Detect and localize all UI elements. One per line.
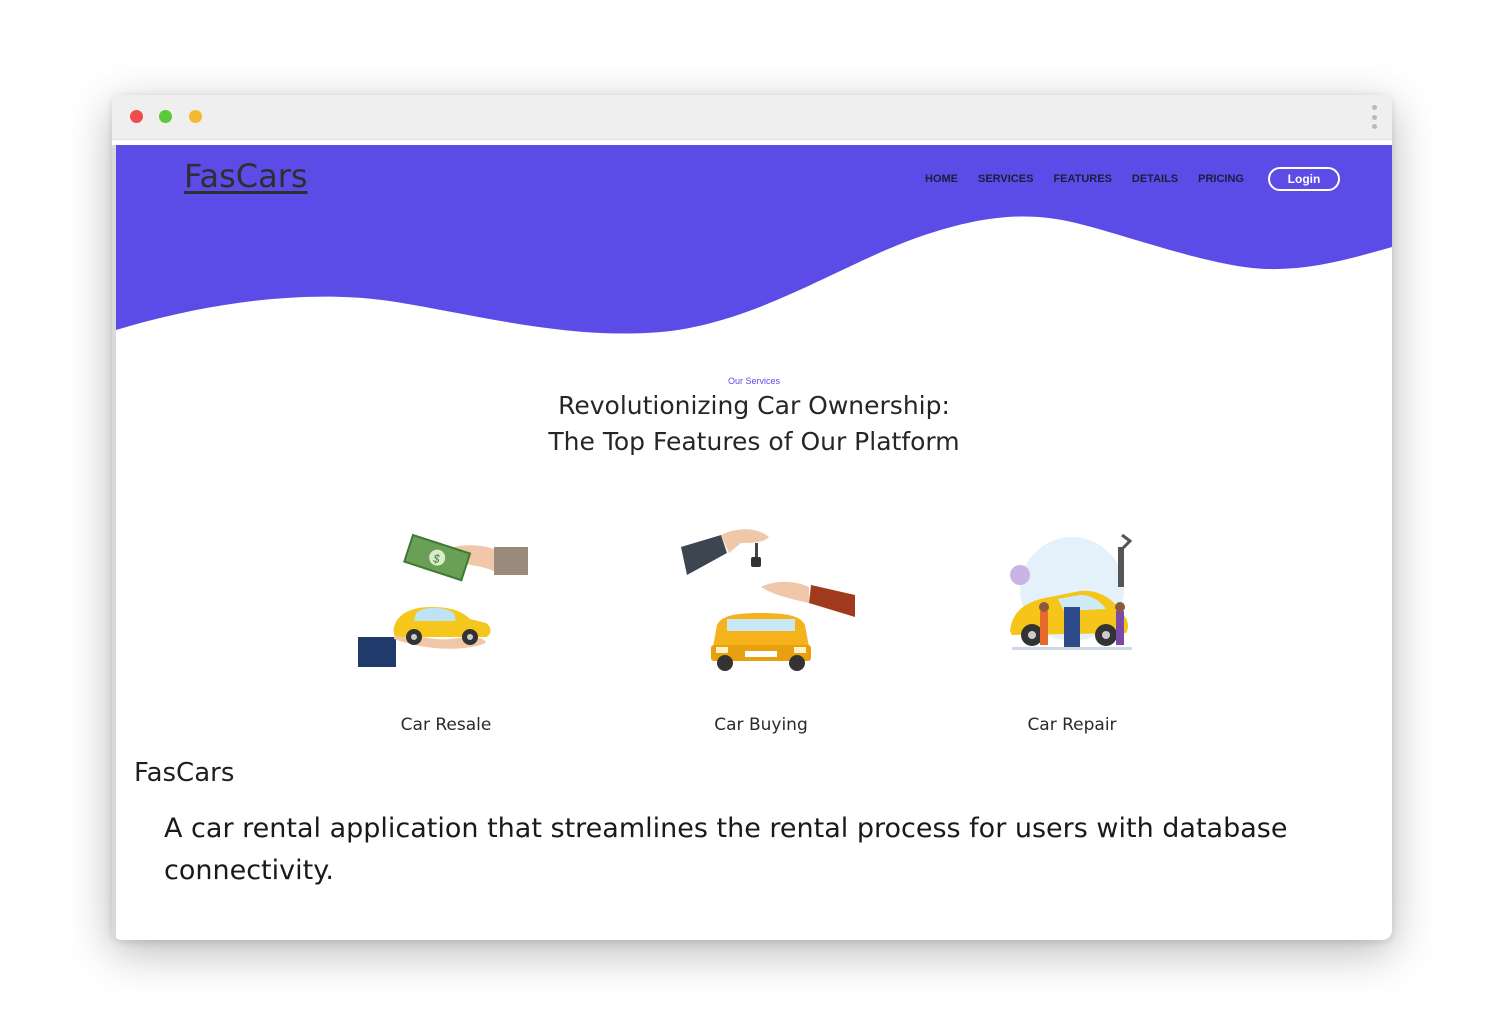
web-page: FasCars HOME SERVICES FEATURES DETAILS P…	[112, 145, 1392, 940]
about-description: A car rental application that streamline…	[164, 813, 1288, 886]
nav-services[interactable]: SERVICES	[978, 173, 1033, 185]
nav-home[interactable]: HOME	[925, 173, 958, 185]
screenshot-stage: FasCars HOME SERVICES FEATURES DETAILS P…	[0, 0, 1504, 1018]
car-buying-icon	[681, 529, 855, 671]
nav-pricing[interactable]: PRICING	[1198, 173, 1244, 185]
service-card-car-buying[interactable]: Car Buying	[641, 527, 881, 735]
maximize-window-button[interactable]	[189, 110, 202, 123]
service-label-car-buying: Car Buying	[714, 715, 808, 735]
section-headline: Revolutionizing Car Ownership: The Top F…	[116, 388, 1392, 460]
main-navigation: HOME SERVICES FEATURES DETAILS PRICING L…	[925, 167, 1340, 191]
nav-details[interactable]: DETAILS	[1132, 173, 1178, 185]
kebab-menu-icon[interactable]	[1370, 105, 1378, 129]
site-logo[interactable]: FasCars	[184, 157, 308, 195]
headline-line-1: Revolutionizing Car Ownership:	[558, 391, 950, 420]
service-card-car-resale[interactable]: $ Car Resale	[326, 527, 566, 735]
headline-line-2: The Top Features of Our Platform	[548, 427, 960, 456]
car-resale-icon: $	[358, 533, 528, 667]
about-title: FasCars	[134, 758, 235, 788]
close-window-button[interactable]	[130, 110, 143, 123]
service-label-car-repair: Car Repair	[1027, 715, 1117, 735]
service-label-car-resale: Car Resale	[400, 715, 492, 735]
login-button[interactable]: Login	[1268, 167, 1340, 191]
browser-window: FasCars HOME SERVICES FEATURES DETAILS P…	[112, 95, 1392, 940]
section-eyebrow: Our Services	[727, 376, 780, 386]
nav-features[interactable]: FEATURES	[1053, 173, 1111, 185]
car-repair-icon	[1010, 533, 1133, 650]
service-card-car-repair[interactable]: Car Repair	[952, 527, 1192, 735]
browser-titlebar	[112, 95, 1392, 140]
minimize-window-button[interactable]	[159, 110, 172, 123]
